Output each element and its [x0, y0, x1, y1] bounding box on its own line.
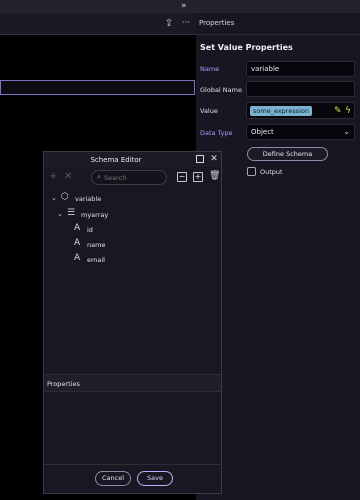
output-label: Output	[260, 168, 283, 176]
panel-collapse-strip	[196, 0, 360, 13]
output-checkbox[interactable]	[247, 167, 256, 176]
properties-section-header: Properties	[44, 374, 221, 392]
selected-canvas-row[interactable]	[0, 80, 195, 95]
tree-node-label: name	[87, 241, 106, 249]
value-field[interactable]: some_expression ✎ ϟ	[246, 102, 355, 119]
search-box[interactable]: ⌕	[91, 170, 167, 185]
schema-editor-dialog: Schema Editor ✕ + ✕ ⌕ − + 🗑 ⌄ ⬡ variable…	[43, 151, 222, 494]
tree-node-name[interactable]: A name	[74, 238, 174, 252]
expression-chip[interactable]: some_expression	[250, 106, 313, 116]
properties-header: Properties	[196, 13, 360, 35]
list-icon: ☰	[67, 208, 76, 218]
expand-all-icon[interactable]: +	[193, 172, 203, 182]
save-button[interactable]: Save	[137, 471, 173, 486]
page-title: Set Value Properties	[200, 43, 293, 52]
dialog-titlebar[interactable]: Schema Editor ✕	[44, 152, 221, 167]
remove-icon[interactable]: ✕	[64, 171, 72, 182]
chevron-down-icon[interactable]: ⌄	[51, 194, 57, 202]
global-name-label: Global Name	[200, 86, 242, 94]
name-label: Name	[200, 65, 220, 73]
tree-node-variable[interactable]: ⌄ ⬡ variable	[51, 192, 171, 206]
more-horizontal-icon[interactable]: ···	[180, 17, 192, 31]
cube-icon: ⬡	[61, 192, 69, 202]
value-label: Value	[200, 107, 218, 115]
name-field[interactable]: variable	[246, 61, 355, 77]
global-name-field[interactable]	[246, 81, 355, 97]
collapse-all-icon[interactable]: −	[177, 172, 187, 182]
pencil-icon[interactable]: ✎	[334, 105, 344, 117]
data-type-value: Object	[251, 128, 274, 136]
top-strip	[0, 0, 196, 13]
close-icon[interactable]: ✕	[209, 153, 219, 165]
data-type-label: Data Type	[200, 129, 233, 137]
dialog-footer: Cancel Save	[44, 464, 221, 493]
tree-node-label: email	[87, 256, 105, 264]
tree-node-label: variable	[75, 195, 102, 203]
search-icon: ⌕	[97, 173, 101, 181]
schema-toolbar: + ✕ ⌕ − + 🗑	[44, 167, 221, 188]
chevron-down-icon: ⌄	[343, 127, 350, 136]
tree-node-myarray[interactable]: ⌄ ☰ myarray	[57, 208, 177, 222]
text-type-icon: A	[74, 238, 81, 248]
add-icon[interactable]: +	[49, 171, 57, 182]
tree-node-id[interactable]: A id	[74, 223, 174, 237]
canvas-toolbar: ⇪ ···	[0, 13, 196, 35]
collapse-panel-icon[interactable]: »	[181, 0, 191, 12]
cancel-button[interactable]: Cancel	[95, 471, 131, 486]
lightning-icon[interactable]: ϟ	[345, 105, 354, 117]
tree-node-label: id	[87, 226, 93, 234]
define-schema-button[interactable]: Define Schema	[247, 147, 328, 161]
properties-section-label: Properties	[47, 380, 80, 388]
search-input[interactable]	[104, 174, 164, 182]
share-icon[interactable]: ⇪	[162, 17, 176, 31]
trash-icon[interactable]: 🗑	[209, 171, 220, 181]
dialog-title: Schema Editor	[90, 156, 142, 164]
tree-node-email[interactable]: A email	[74, 253, 174, 267]
properties-header-label: Properties	[199, 19, 235, 27]
chevron-down-icon[interactable]: ⌄	[57, 210, 63, 218]
tree-node-label: myarray	[81, 211, 109, 219]
text-type-icon: A	[74, 223, 81, 233]
maximize-icon[interactable]	[196, 155, 204, 163]
data-type-select[interactable]: Object ⌄	[246, 124, 355, 140]
text-type-icon: A	[74, 253, 81, 263]
